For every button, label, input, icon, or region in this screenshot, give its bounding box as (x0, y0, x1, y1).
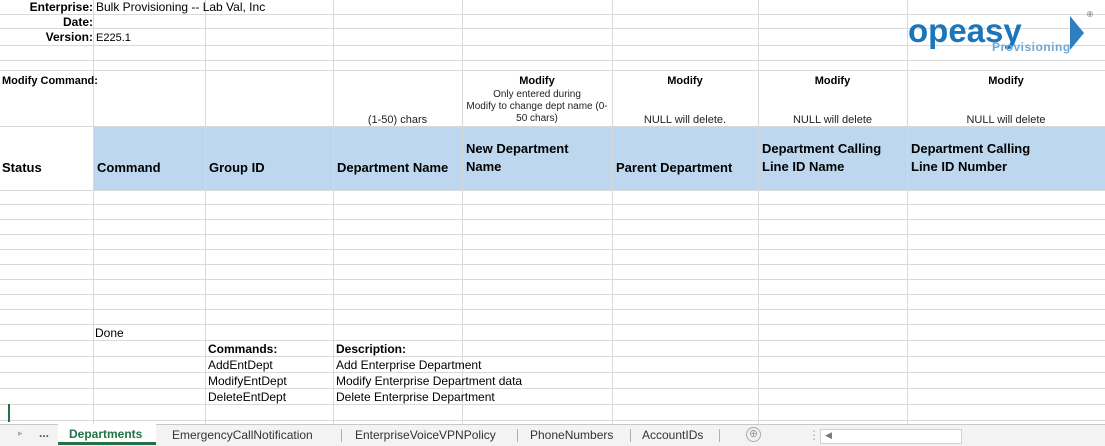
tab-separator (517, 429, 518, 442)
note-parent-dept: NULL will delete. (643, 114, 727, 126)
gridline (758, 0, 759, 424)
gridline (0, 190, 1105, 191)
col-header-calling-number-line1: Department Calling (911, 141, 1031, 156)
gridline (0, 249, 1105, 250)
description-cell: Delete Enterprise Department (336, 390, 495, 404)
col-header-group-id: Group ID (209, 160, 265, 175)
registered-mark: ® (1087, 10, 1093, 19)
gridline (612, 0, 613, 424)
gridline (0, 356, 1105, 357)
description-header: Description: (336, 342, 407, 356)
date-label: Date: (62, 15, 93, 29)
col-header-status: Status (2, 160, 42, 175)
note-calling-number: NULL will delete (966, 114, 1046, 126)
gridline (93, 0, 94, 424)
splitter-handle-icon[interactable]: ⋮ (808, 428, 820, 442)
note-new-dept-line1: Only entered during (493, 89, 581, 100)
version-value: E225.1 (96, 32, 131, 44)
command-cell: AddEntDept (208, 358, 273, 372)
gridline (907, 0, 908, 424)
col-header-command: Command (97, 160, 161, 175)
col-header-new-dept-line1: New Department (466, 141, 569, 156)
gridline (0, 279, 1105, 280)
gridline (0, 324, 1105, 325)
col-header-calling-name-line1: Department Calling (762, 141, 882, 156)
tab-separator (341, 429, 342, 442)
enterprise-value: Bulk Provisioning -- Lab Val, Inc (96, 0, 266, 14)
horizontal-scrollbar[interactable]: ◀ (820, 429, 962, 444)
col-header-calling-number-line2: Line ID Number (911, 159, 1008, 174)
modify-calling-number: Modify (988, 75, 1024, 87)
gridline (0, 372, 1105, 373)
done-marker: Done (95, 326, 124, 340)
column-header-band (93, 126, 1105, 190)
add-sheet-icon[interactable]: ⊕ (746, 427, 761, 442)
note-new-dept-line3: 50 chars) (516, 113, 558, 124)
scroll-left-arrow-icon[interactable]: ◀ (825, 430, 832, 441)
modify-new-dept: Modify (519, 75, 555, 87)
scroll-left-icon[interactable]: ▸ (18, 428, 23, 439)
tab-enterprise-voice-vpn-policy[interactable]: EnterpriseVoiceVPNPolicy (355, 428, 496, 442)
gridline (0, 219, 1105, 220)
gridline (0, 204, 1105, 205)
description-cell: Add Enterprise Department (336, 358, 482, 372)
command-cell: DeleteEntDept (208, 390, 287, 404)
tab-emergency-call-notification[interactable]: EmergencyCallNotification (172, 428, 313, 442)
modify-calling-name: Modify (814, 75, 851, 87)
tab-departments[interactable]: Departments (58, 424, 156, 445)
description-cell: Modify Enterprise Department data (336, 374, 523, 388)
active-cell-indicator (8, 404, 10, 422)
gridline (0, 309, 1105, 310)
gridline (333, 0, 334, 424)
logo-subtitle: Provisioning (992, 40, 1071, 54)
version-label: Version: (45, 30, 93, 44)
tab-separator (719, 429, 720, 442)
spreadsheet-grid[interactable]: Enterprise: Bulk Provisioning -- Lab Val… (0, 0, 1105, 424)
gridline (0, 420, 1105, 421)
col-header-new-dept-line2: Name (466, 159, 502, 174)
commands-header: Commands: (208, 342, 278, 356)
gridline (0, 60, 1105, 61)
col-header-department-name: Department Name (337, 160, 449, 175)
note-new-dept-line2: Modify to change dept name (0- (466, 101, 608, 112)
gridline (0, 264, 1105, 265)
modify-command-label: Modify Command: (2, 75, 98, 87)
more-tabs-button[interactable]: ... (39, 426, 49, 440)
note-calling-name: NULL will delete (792, 114, 873, 126)
col-header-calling-name-line2: Line ID Name (762, 159, 845, 174)
opeasy-logo: opeasy Provisioning ® (908, 10, 1093, 60)
logo-chevron-icon (1070, 16, 1084, 50)
sheet-tab-bar: ▸ ... Departments EmergencyCallNotificat… (0, 424, 1105, 446)
note-dept-name: (1-50) chars (367, 114, 428, 126)
gridline (0, 126, 1105, 127)
col-header-parent-department: Parent Department (616, 160, 733, 175)
command-cell: ModifyEntDept (208, 374, 287, 388)
gridline (0, 404, 1105, 405)
gridline (205, 0, 206, 424)
enterprise-label: Enterprise: (29, 0, 93, 14)
gridline (0, 234, 1105, 235)
tab-account-ids[interactable]: AccountIDs (642, 428, 703, 442)
gridline (0, 70, 1105, 71)
gridline (0, 340, 1105, 341)
gridline (0, 388, 1105, 389)
modify-parent-dept: Modify (667, 75, 703, 87)
gridline (0, 294, 1105, 295)
tab-departments-label: Departments (69, 427, 143, 441)
tab-phone-numbers[interactable]: PhoneNumbers (530, 428, 613, 442)
tab-separator (630, 429, 631, 442)
